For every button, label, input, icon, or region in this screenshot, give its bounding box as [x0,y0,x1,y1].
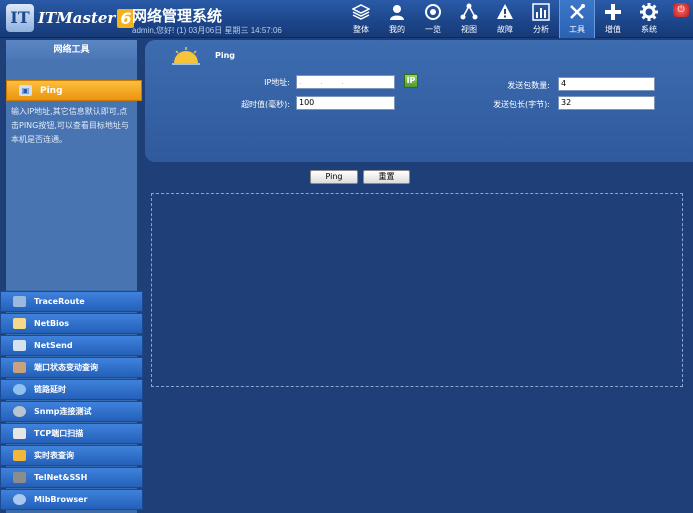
nav-item-tools[interactable]: 工具 [559,0,595,38]
nav-item-value-added[interactable]: 增值 [595,0,631,38]
topology-icon [460,3,478,21]
user-status-line: admin,您好! (1) 03月06日 星期三 14:57:06 [132,26,282,35]
tcp-scan-icon [13,428,26,439]
ping-tool-icon: ▣ [19,85,32,96]
tool-description: 输入IP地址,其它信息默认即可,点击PING按钮,可以查看目标地址与本机是否连通… [11,107,129,144]
sidebar-title: 网络工具 [6,40,137,60]
reset-button[interactable]: 重置 [363,170,410,184]
result-output-area [151,193,683,387]
gear-icon [640,3,658,21]
packet-count-label: 发送包数量: [507,81,550,90]
netsend-icon [13,340,26,351]
traceroute-icon [13,296,26,307]
form-heading: Ping [215,51,236,60]
overview-icon [424,3,442,21]
tool-item-ping-active[interactable]: ▣ Ping [6,80,142,101]
tool-label: TelNet&SSH [34,473,88,482]
packet-size-label: 发送包长(字节): [493,100,550,109]
nav-item-mine[interactable]: 我的 [379,0,415,38]
logo-mark-icon: IT [6,4,34,32]
sun-icon [172,47,200,65]
nav-label: 故障 [497,25,513,34]
nav-item-overall[interactable]: 整体 [343,0,379,38]
tool-label: 实时表查询 [34,451,74,460]
telnet-icon [13,472,26,483]
netbios-icon [13,318,26,329]
tool-item-netbios[interactable]: NetBios [0,313,143,334]
main-nav: 整体 我的 一览 视图 故障 分析 工具 增值 系统 [343,0,667,38]
exit-icon[interactable]: ⏻ [673,3,689,17]
tool-item-tcp-scan[interactable]: TCP端口扫描 [0,423,143,444]
nav-label: 增值 [605,25,621,34]
logo-text: ITMaster [38,9,116,27]
tool-item-link-delay[interactable]: 链路延时 [0,379,143,400]
nav-item-overview[interactable]: 一览 [415,0,451,38]
top-header: IT ITMaster 6 网络管理系统 admin,您好! (1) 03月06… [0,0,693,38]
tools-icon [568,3,586,21]
tool-label: NetBios [34,319,70,328]
snmp-icon [13,406,26,417]
mib-icon [13,494,26,505]
tool-label: Ping [40,85,63,96]
nav-label: 一览 [425,25,441,34]
app-title: 网络管理系统 [132,8,223,25]
packet-size-input[interactable]: 32 [558,96,655,110]
tool-label: 链路延时 [34,385,66,394]
port-status-icon [13,362,26,373]
tool-item-netsend[interactable]: NetSend [0,335,143,356]
tool-label: TraceRoute [34,297,85,306]
tool-item-realtime-table[interactable]: 实时表查询 [0,445,143,466]
warning-icon [496,3,514,21]
tool-item-snmp[interactable]: Snmp连接测试 [0,401,143,422]
tool-label: Snmp连接测试 [34,407,92,416]
ip-picker-button[interactable]: IP [404,74,418,88]
nav-item-analysis[interactable]: 分析 [523,0,559,38]
nav-label: 整体 [353,25,369,34]
nav-label: 系统 [641,25,657,34]
nav-item-system[interactable]: 系统 [631,0,667,38]
ping-form-panel: Ping IP地址: . . . IP 超时值(毫秒): 100 发送包数量: … [145,40,693,162]
tool-item-mibbrowser[interactable]: MibBrowser [0,489,143,510]
nav-label: 我的 [389,25,405,34]
tool-list: TraceRoute NetBios NetSend 端口状态变动查询 链路延时… [0,291,143,511]
timeout-input[interactable]: 100 [296,96,395,110]
plus-icon [604,3,622,21]
ip-label: IP地址: [264,78,290,87]
user-icon [388,3,406,21]
nav-item-fault[interactable]: 故障 [487,0,523,38]
nav-label: 工具 [569,25,585,34]
tool-label: MibBrowser [34,495,88,504]
nav-label: 视图 [461,25,477,34]
chart-icon [532,3,550,21]
tool-item-telnet-ssh[interactable]: TelNet&SSH [0,467,143,488]
nav-item-view[interactable]: 视图 [451,0,487,38]
ip-address-input[interactable]: . . . [296,75,395,89]
timeout-label: 超时值(毫秒): [241,100,290,109]
packet-count-input[interactable]: 4 [558,77,655,91]
logo: IT ITMaster 6 [6,4,135,32]
layers-icon [352,3,370,21]
tool-item-port-status[interactable]: 端口状态变动查询 [0,357,143,378]
realtime-table-icon [13,450,26,461]
tool-label: NetSend [34,341,73,350]
link-delay-icon [13,384,26,395]
tool-label: TCP端口扫描 [34,429,84,438]
nav-label: 分析 [533,25,549,34]
tool-label: 端口状态变动查询 [34,363,98,372]
ping-button[interactable]: Ping [310,170,358,184]
tool-item-traceroute[interactable]: TraceRoute [0,291,143,312]
